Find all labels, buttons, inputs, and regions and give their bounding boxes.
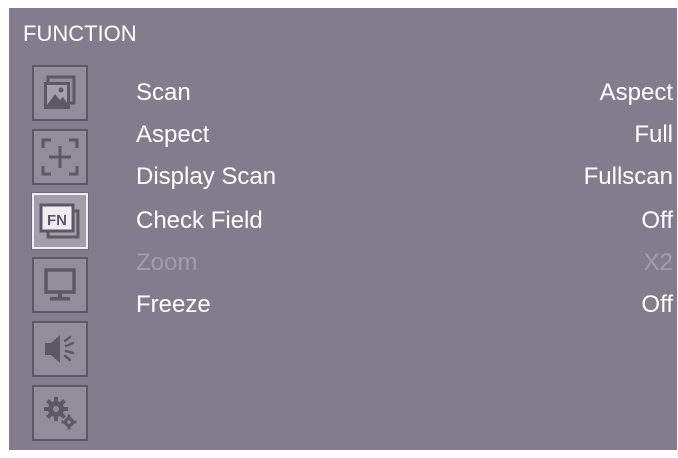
menu-item-label: Display Scan [136, 163, 277, 190]
menu-item-label: Aspect [136, 121, 210, 148]
picture-icon [44, 75, 76, 109]
function-icon-label: FN [47, 212, 67, 229]
menu-item-value: Off [641, 291, 673, 318]
settings-icon [44, 397, 77, 430]
display-icon [44, 268, 76, 301]
menu-item-value: X2 [643, 249, 673, 276]
menu-item-zoom: Zoom X2 [136, 247, 673, 279]
osd-menu-panel: FUNCTION FN Scan Aspect Aspect Full Disp… [9, 8, 677, 450]
audio-icon [45, 335, 75, 363]
sidebar-item-display[interactable] [32, 257, 88, 313]
sidebar-item-settings[interactable] [32, 385, 88, 441]
menu-item-display-scan[interactable]: Display Scan Fullscan [136, 161, 673, 193]
menu-item-label: Check Field [136, 207, 263, 234]
marker-icon [41, 138, 79, 176]
menu-item-label: Zoom [136, 249, 198, 276]
sidebar-item-picture[interactable] [32, 65, 88, 121]
menu-item-value: Off [641, 207, 673, 234]
menu-item-value: Aspect [599, 79, 673, 106]
menu-item-value: Full [634, 121, 673, 148]
menu-item-freeze[interactable]: Freeze Off [136, 289, 673, 321]
function-icon: FN [39, 203, 80, 239]
sidebar-item-function[interactable]: FN [32, 193, 88, 249]
menu-item-check-field[interactable]: Check Field Off [136, 205, 673, 237]
menu-title: FUNCTION [23, 21, 137, 46]
menu-item-label: Scan [136, 79, 191, 106]
sidebar-item-marker[interactable] [32, 129, 88, 185]
menu-item-scan[interactable]: Scan Aspect [136, 77, 673, 109]
menu-item-value: Fullscan [583, 163, 673, 190]
menu-item-aspect[interactable]: Aspect Full [136, 119, 673, 151]
sidebar-item-audio[interactable] [32, 321, 88, 377]
menu-item-label: Freeze [136, 291, 211, 318]
